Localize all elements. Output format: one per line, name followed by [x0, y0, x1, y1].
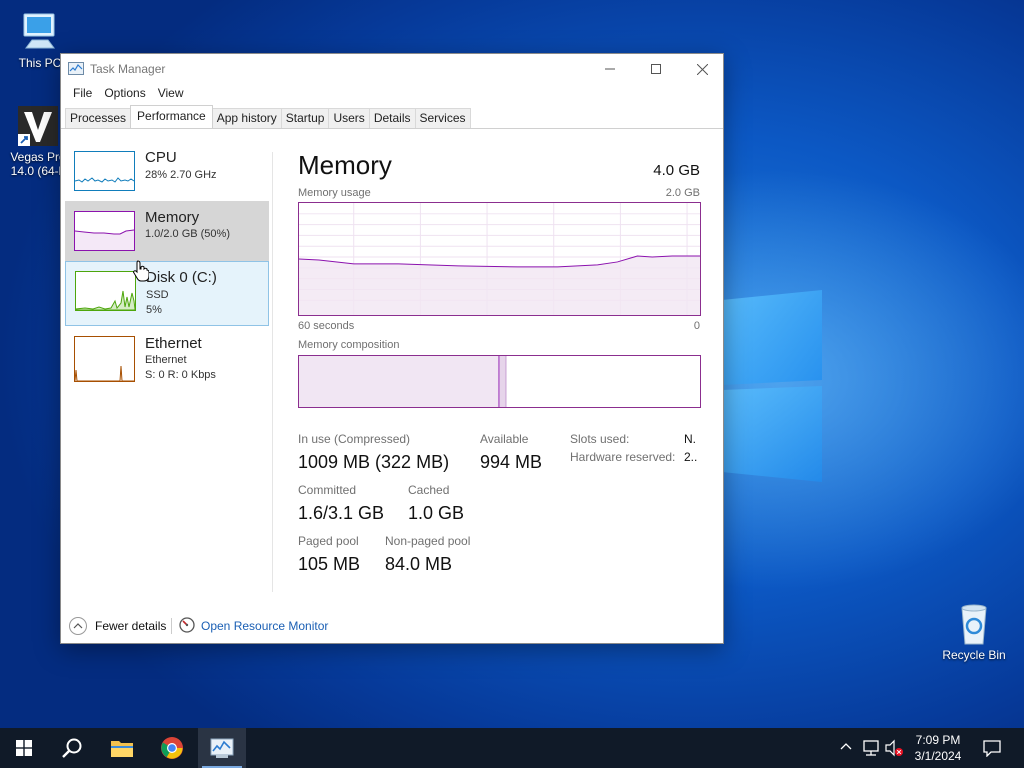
perf-item-detail: 5% [146, 304, 162, 316]
in-use-value: 1009 MB (322 MB) [298, 452, 450, 472]
memory-thumbnail-graph [74, 211, 135, 251]
time-axis-left: 60 seconds [298, 320, 355, 332]
tab-performance[interactable]: Performance [130, 105, 213, 128]
search-icon [62, 738, 82, 758]
slots-used-label: Slots used: [570, 432, 630, 446]
page-title: Memory [298, 150, 392, 180]
cached-label: Cached [408, 483, 450, 497]
paged-pool-label: Paged pool [298, 534, 359, 548]
folder-icon [111, 741, 133, 757]
memory-composition-bar [298, 355, 701, 408]
available-label: Available [480, 432, 529, 446]
window-footer: Fewer details Open Resource Monitor [61, 609, 723, 639]
tab-services[interactable]: Services [414, 108, 471, 128]
memory-usage-label: Memory usage [298, 187, 371, 199]
tab-strip: Processes Performance App history Startu… [65, 105, 471, 128]
vegas-pro-icon [18, 106, 58, 146]
menu-options[interactable]: Options [98, 84, 151, 104]
committed-value: 1.6/3.1 GB [298, 503, 385, 523]
perf-item-name: Ethernet [145, 335, 202, 352]
notification-icon[interactable] [983, 739, 1001, 757]
time-axis-right: 0 [693, 320, 700, 332]
taskbar-clock[interactable]: 7:09 PM 3/1/2024 [904, 732, 972, 764]
cached-value: 1.0 GB [408, 503, 465, 523]
perf-item-disk[interactable]: Disk 0 (C:) SSD 5% [65, 261, 269, 326]
tab-divider [61, 128, 723, 129]
maximize-icon [651, 64, 661, 74]
perf-item-detail: 28% 2.70 GHz [145, 169, 217, 181]
resource-monitor-icon [179, 617, 195, 633]
computer-icon [23, 13, 55, 49]
windows-start-icon [16, 740, 32, 756]
taskbar: 7:09 PM 3/1/2024 [0, 728, 1024, 768]
perf-item-detail: 1.0/2.0 GB (50%) [145, 228, 230, 240]
in-use-label: In use (Compressed) [298, 432, 411, 446]
task-manager-window: Task Manager File Options View Processes… [60, 53, 724, 644]
chevron-up-icon[interactable] [840, 741, 852, 753]
committed-label: Committed [298, 483, 357, 497]
minimize-icon [605, 68, 615, 70]
title-bar[interactable]: Task Manager [61, 54, 723, 84]
network-icon[interactable] [862, 739, 880, 757]
tab-processes[interactable]: Processes [65, 108, 132, 128]
memory-usage-graph [298, 202, 701, 316]
tab-app-history[interactable]: App history [211, 108, 282, 128]
taskbar-chrome[interactable] [148, 728, 196, 768]
minimize-button[interactable] [587, 54, 633, 84]
tab-startup[interactable]: Startup [280, 108, 330, 128]
fewer-details-button[interactable]: Fewer details [95, 619, 166, 633]
perf-item-detail: SSD [146, 289, 169, 301]
perf-item-detail: Ethernet [145, 354, 187, 366]
menu-view[interactable]: View [152, 84, 190, 104]
menu-file[interactable]: File [67, 84, 98, 104]
perf-item-cpu[interactable]: CPU 28% 2.70 GHz [65, 141, 269, 201]
hardware-reserved-value: 2.. [684, 450, 698, 464]
taskbar-task-manager[interactable] [198, 728, 246, 768]
non-paged-pool-label: Non-paged pool [385, 534, 471, 548]
perf-item-memory[interactable]: Memory 1.0/2.0 GB (50%) [65, 201, 269, 261]
hardware-reserved-label: Hardware reserved: [570, 450, 676, 464]
disk-thumbnail-graph [75, 271, 136, 311]
hand-cursor-icon [133, 260, 149, 282]
ethernet-thumbnail-graph [74, 336, 135, 382]
desktop-icon-label: Recycle Bin [942, 648, 1006, 662]
perf-item-name: Disk 0 (C:) [146, 269, 217, 286]
cpu-thumbnail-graph [74, 151, 135, 191]
maximize-button[interactable] [633, 54, 679, 84]
tab-users[interactable]: Users [328, 108, 370, 128]
perf-item-name: CPU [145, 149, 177, 166]
menu-bar: File Options View [61, 84, 723, 104]
memory-total: 4.0 GB [653, 162, 700, 179]
recycle-bin-icon [961, 604, 987, 645]
slots-used-value: N. [684, 432, 696, 446]
task-manager-icon [210, 738, 234, 758]
chrome-icon [161, 737, 183, 759]
desktop-icon-recycle-bin[interactable]: Recycle Bin [936, 602, 1012, 662]
perf-item-detail: S: 0 R: 0 Kbps [145, 369, 216, 381]
clock-time: 7:09 PM [915, 733, 961, 747]
perf-item-ethernet[interactable]: Ethernet Ethernet S: 0 R: 0 Kbps [65, 328, 269, 392]
open-resource-monitor-link[interactable]: Open Resource Monitor [201, 619, 328, 633]
footer-separator [171, 618, 172, 634]
perf-item-name: Memory [145, 209, 200, 226]
chevron-up-icon[interactable] [69, 617, 87, 635]
taskbar-file-explorer[interactable] [98, 728, 146, 768]
paged-pool-value: 105 MB [298, 554, 361, 574]
volume-muted-icon[interactable] [884, 739, 904, 757]
clock-date: 3/1/2024 [914, 749, 962, 763]
window-title: Task Manager [90, 62, 166, 76]
close-button[interactable] [679, 54, 725, 84]
close-icon [696, 63, 708, 75]
available-value: 994 MB [480, 452, 543, 472]
memory-usage-max: 2.0 GB [665, 187, 700, 199]
non-paged-pool-value: 84.0 MB [385, 554, 453, 574]
panel-divider [272, 152, 273, 592]
memory-composition-label: Memory composition [298, 339, 400, 351]
tab-details[interactable]: Details [368, 108, 416, 128]
start-button[interactable] [0, 728, 48, 768]
search-button[interactable] [48, 728, 96, 768]
task-manager-icon [68, 62, 84, 75]
